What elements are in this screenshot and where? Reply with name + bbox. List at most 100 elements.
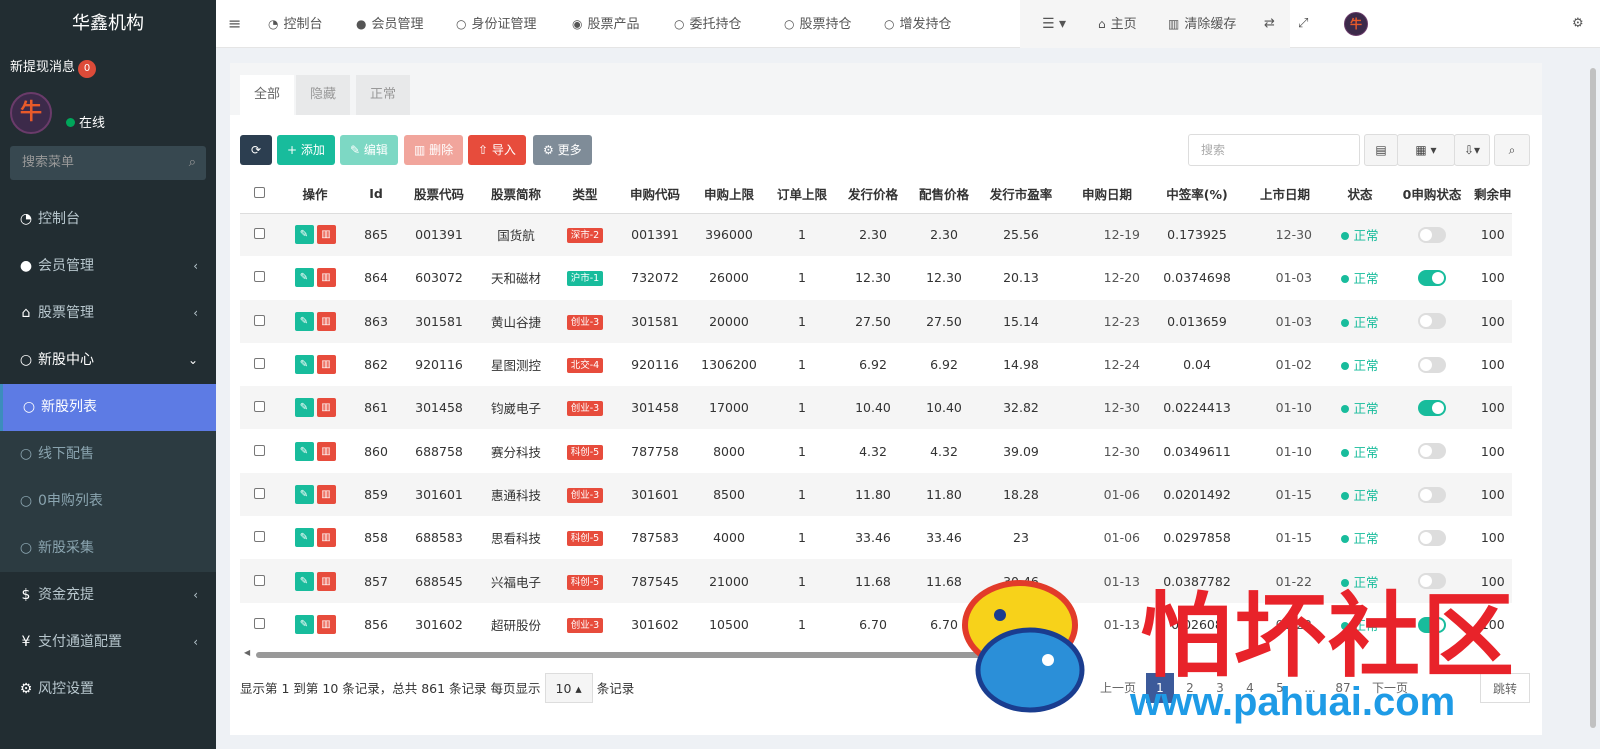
- zero-subscription-toggle[interactable]: [1418, 573, 1446, 590]
- edit-button[interactable]: ✎ 编辑: [340, 135, 398, 165]
- table-row[interactable]: ✎ ▥ 864 603072 天和磁材 沪市-1 732072 26000 1 12.30 12.3…: [240, 256, 1512, 299]
- page-button-last[interactable]: 87: [1326, 673, 1360, 703]
- delete-trash-icon[interactable]: ▥: [316, 398, 336, 418]
- prev-page-button[interactable]: 上一页: [1092, 673, 1144, 703]
- delete-trash-icon[interactable]: ▥: [316, 571, 336, 591]
- sidebar-item-ipo-center[interactable]: ○ 新股中心 ⌄: [0, 337, 216, 384]
- horizontal-scrollbar[interactable]: ◀: [244, 648, 1534, 658]
- table-row[interactable]: ✎ ▥ 863 301581 黄山谷捷 创业-3 301581 20000 1 27.50 27.5…: [240, 299, 1512, 343]
- table-row[interactable]: ✎ ▥ 858 688583 思看科技 科创-5 787583 4000 1 33.46 33.46…: [240, 516, 1512, 559]
- sidebar-item-offline-placement[interactable]: ○ 线下配售: [0, 431, 216, 478]
- table-row[interactable]: ✎ ▥ 857 688545 兴福电子 科创-5 787545 21000 1 11.68 11.6…: [240, 559, 1512, 603]
- delete-trash-icon[interactable]: ▥: [316, 311, 336, 331]
- tab-hidden[interactable]: 隐藏: [296, 75, 351, 115]
- delete-trash-icon[interactable]: ▥: [316, 484, 336, 504]
- zero-subscription-toggle[interactable]: [1418, 356, 1446, 373]
- nav-members[interactable]: ● 会员管理: [356, 0, 424, 48]
- menu-toggle-icon[interactable]: ≡: [228, 0, 241, 48]
- select-all-checkbox[interactable]: [240, 175, 278, 214]
- sidebar-item-risk[interactable]: ⚙ 风控设置: [0, 666, 216, 713]
- nav-holdings[interactable]: ○ 股票持仓: [784, 0, 852, 48]
- col-header[interactable]: 剩余申: [1474, 175, 1512, 214]
- col-header[interactable]: 中签率(%): [1154, 175, 1240, 214]
- nav-home[interactable]: ⌂ 主页: [1098, 0, 1137, 48]
- zero-subscription-toggle[interactable]: [1418, 313, 1446, 330]
- row-checkbox[interactable]: [240, 516, 278, 559]
- col-header[interactable]: Id: [352, 175, 400, 214]
- col-header[interactable]: 状态: [1330, 175, 1390, 214]
- scroll-thumb[interactable]: [256, 652, 1056, 658]
- col-header[interactable]: 配售价格: [906, 175, 982, 214]
- nav-orders[interactable]: ○ 委托持仓: [674, 0, 742, 48]
- menu-search-input[interactable]: 搜索菜单 ⌕: [10, 146, 206, 180]
- sidebar-item-payment[interactable]: ¥ 支付通道配置 ‹: [0, 619, 216, 666]
- col-header[interactable]: 申购代码: [616, 175, 694, 214]
- delete-button[interactable]: ▥ 删除: [404, 135, 464, 165]
- sidebar-item-members[interactable]: ● 会员管理 ‹: [0, 243, 216, 290]
- delete-trash-icon[interactable]: ▥: [316, 528, 336, 548]
- row-checkbox[interactable]: [240, 472, 278, 517]
- columns-button[interactable]: ▦ ▾: [1397, 134, 1455, 166]
- nav-dashboard[interactable]: ◔ 控制台: [268, 0, 323, 48]
- table-search-input[interactable]: 搜索: [1188, 134, 1360, 166]
- add-button[interactable]: + 添加: [277, 135, 335, 165]
- page-button-1[interactable]: 1: [1146, 673, 1174, 703]
- col-header[interactable]: 上市日期: [1240, 175, 1330, 214]
- toggle-view-button[interactable]: ▤: [1364, 134, 1398, 166]
- table-row[interactable]: ✎ ▥ 861 301458 钧崴电子 创业-3 301458 17000 1 10.40 10.4…: [240, 386, 1512, 430]
- col-header[interactable]: 类型: [554, 175, 616, 214]
- delete-trash-icon[interactable]: ▥: [316, 441, 336, 461]
- new-withdraw-message[interactable]: 新提现消息 0: [0, 48, 216, 88]
- search-button[interactable]: ⌕: [1494, 134, 1530, 166]
- edit-pencil-icon[interactable]: ✎: [294, 311, 314, 331]
- row-checkbox[interactable]: [240, 386, 278, 430]
- fullscreen-icon[interactable]: ⤢: [1298, 0, 1308, 48]
- col-header[interactable]: 订单上限: [764, 175, 840, 214]
- col-header[interactable]: 操作: [278, 175, 352, 214]
- delete-trash-icon[interactable]: ▥: [316, 268, 336, 288]
- zero-subscription-toggle[interactable]: [1418, 529, 1446, 546]
- edit-pencil-icon[interactable]: ✎: [294, 571, 314, 591]
- col-header[interactable]: 0申购状态: [1390, 175, 1474, 214]
- next-page-button[interactable]: 下一页: [1362, 673, 1418, 703]
- row-checkbox[interactable]: [240, 429, 278, 472]
- user-avatar[interactable]: 牛: [1344, 12, 1368, 36]
- page-button-2[interactable]: 2: [1176, 673, 1204, 703]
- page-size-select[interactable]: 10 ▴: [544, 673, 593, 703]
- row-checkbox[interactable]: [240, 343, 278, 386]
- search-icon[interactable]: ⌕: [189, 146, 196, 180]
- sidebar-item-ipo-collect[interactable]: ○ 新股采集: [0, 525, 216, 572]
- col-header[interactable]: 发行价格: [840, 175, 906, 214]
- col-header[interactable]: 发行市盈率: [982, 175, 1060, 214]
- import-button[interactable]: ⇧ 导入: [468, 135, 526, 165]
- sidebar-item-stocks[interactable]: ⌂ 股票管理 ‹: [0, 290, 216, 337]
- table-row[interactable]: ✎ ▥ 865 001391 国货航 深市-2 001391 396000 1 2.30 2.30 2…: [240, 213, 1512, 257]
- page-button-3[interactable]: 3: [1206, 673, 1234, 703]
- row-checkbox[interactable]: [240, 256, 278, 299]
- delete-trash-icon[interactable]: ▥: [316, 614, 336, 634]
- translate-icon[interactable]: ⇄: [1264, 0, 1275, 48]
- edit-pencil-icon[interactable]: ✎: [294, 614, 314, 634]
- delete-trash-icon[interactable]: ▥: [316, 355, 336, 375]
- delete-trash-icon[interactable]: ▥: [316, 225, 336, 245]
- tab-all[interactable]: 全部: [240, 75, 295, 115]
- page-button-5[interactable]: 5: [1266, 673, 1294, 703]
- nav-clear-cache[interactable]: ▥ 清除缓存: [1168, 0, 1236, 48]
- row-checkbox[interactable]: [240, 213, 278, 257]
- row-checkbox[interactable]: [240, 603, 278, 646]
- row-checkbox[interactable]: [240, 559, 278, 603]
- edit-pencil-icon[interactable]: ✎: [294, 355, 314, 375]
- edit-pencil-icon[interactable]: ✎: [294, 268, 314, 288]
- sidebar-item-zero-subscription[interactable]: ○ 0申购列表: [0, 478, 216, 525]
- table-row[interactable]: ✎ ▥ 859 301601 惠通科技 创业-3 301601 8500 1 11.80 11.80…: [240, 472, 1512, 517]
- row-checkbox[interactable]: [240, 299, 278, 343]
- table-row[interactable]: ✎ ▥ 860 688758 赛分科技 科创-5 787758 8000 1 4.32 4.32 39…: [240, 429, 1512, 472]
- sidebar-item-dashboard[interactable]: ◔ 控制台: [0, 196, 216, 243]
- edit-pencil-icon[interactable]: ✎: [294, 441, 314, 461]
- refresh-button[interactable]: ⟳: [240, 135, 272, 165]
- col-header[interactable]: 申购日期: [1060, 175, 1154, 214]
- nav-stock-products[interactable]: ◉ 股票产品: [572, 0, 640, 48]
- jump-button[interactable]: 跳转: [1480, 673, 1530, 703]
- vscroll-thumb[interactable]: [1590, 68, 1596, 728]
- list-dropdown-icon[interactable]: ☰ ▾: [1042, 0, 1066, 48]
